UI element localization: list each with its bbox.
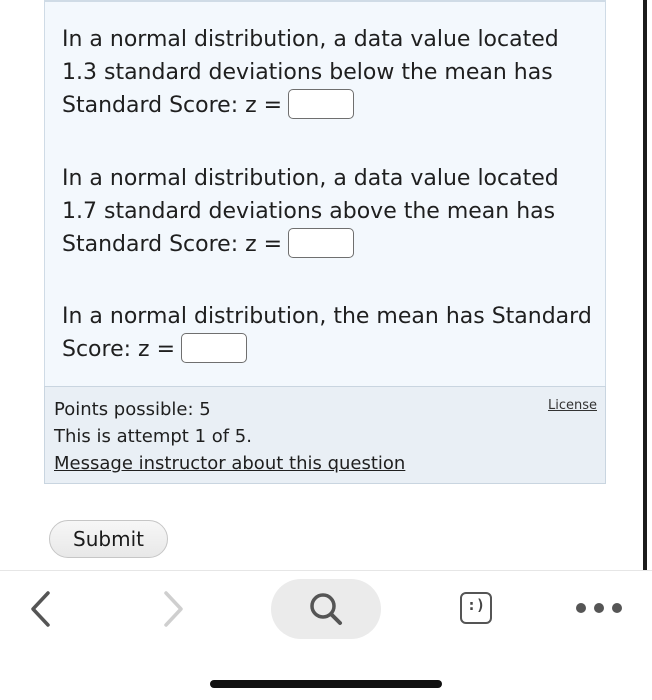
search-button[interactable] xyxy=(271,579,381,639)
question-info-panel: Points possible: 5 This is attempt 1 of … xyxy=(44,386,606,484)
emoji-button[interactable]: :) xyxy=(460,592,496,628)
answer-row: Standard Score: z = xyxy=(62,228,597,261)
chevron-right-icon xyxy=(164,591,183,627)
question-text-line: 1.3 standard deviations below the mean h… xyxy=(62,60,553,85)
question-part-3: In a normal distribution, the mean has S… xyxy=(62,300,597,366)
question-text-line: In a normal distribution, the mean has S… xyxy=(62,304,592,329)
answer-row: Score: z = xyxy=(62,333,597,366)
license-link[interactable]: License xyxy=(548,398,597,413)
page: In a normal distribution, a data value l… xyxy=(0,0,652,700)
answer-row: Standard Score: z = xyxy=(62,89,597,122)
question-panel: In a normal distribution, a data value l… xyxy=(44,0,606,386)
question-text-line: In a normal distribution, a data value l… xyxy=(62,166,559,191)
more-dots-icon xyxy=(576,603,586,613)
answer-input-2[interactable] xyxy=(288,228,355,258)
points-possible: Points possible: 5 xyxy=(54,399,211,420)
more-dots-icon xyxy=(594,603,604,613)
answer-input-1[interactable] xyxy=(288,89,355,119)
question-text-line: 1.7 standard deviations above the mean h… xyxy=(62,199,556,224)
answer-prompt: Standard Score: z = xyxy=(62,232,283,257)
scrollbar-edge xyxy=(643,0,647,572)
question-part-1: In a normal distribution, a data value l… xyxy=(62,23,597,122)
home-indicator[interactable] xyxy=(210,680,442,688)
more-dots-icon xyxy=(612,603,622,613)
attempt-count: This is attempt 1 of 5. xyxy=(54,426,252,447)
answer-input-3[interactable] xyxy=(181,333,247,363)
smiley-glyph: :) xyxy=(466,596,486,614)
answer-prompt: Standard Score: z = xyxy=(62,93,283,118)
answer-prompt: Score: z = xyxy=(62,337,175,362)
back-button[interactable] xyxy=(26,589,56,629)
more-button[interactable] xyxy=(576,601,626,615)
question-part-2: In a normal distribution, a data value l… xyxy=(62,162,597,261)
submit-button[interactable]: Submit xyxy=(49,520,168,558)
forward-button[interactable] xyxy=(158,589,188,629)
search-icon xyxy=(310,593,342,625)
question-text-line: In a normal distribution, a data value l… xyxy=(62,27,559,52)
chevron-left-icon xyxy=(31,591,50,627)
message-instructor-link[interactable]: Message instructor about this question xyxy=(54,453,405,475)
